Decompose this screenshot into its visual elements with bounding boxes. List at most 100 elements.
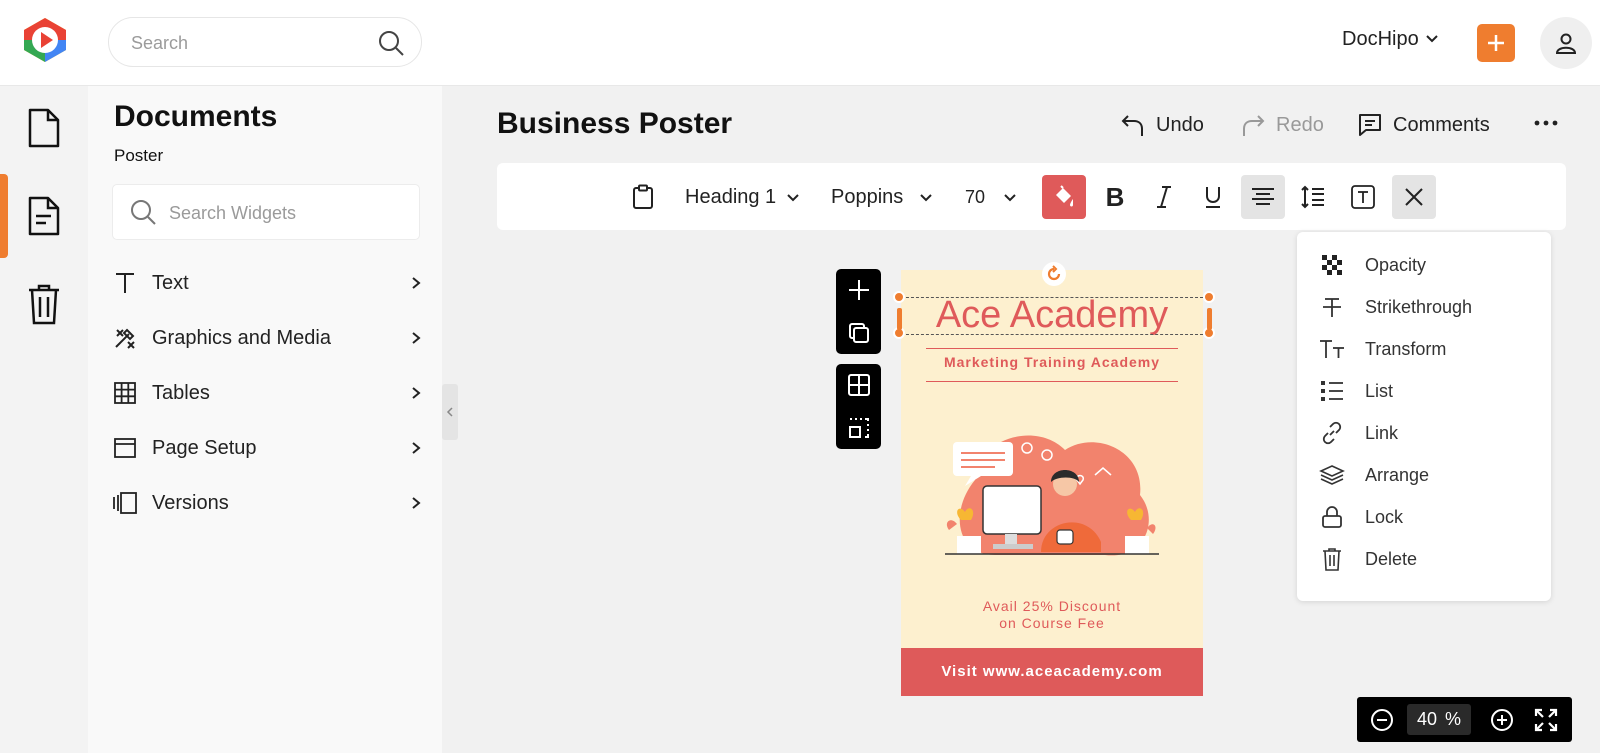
more-horizontal-icon <box>1534 120 1558 126</box>
workspace-dropdown[interactable]: DocHipo <box>1342 28 1439 51</box>
underline-icon <box>1206 187 1220 208</box>
select-area-icon[interactable] <box>847 416 871 440</box>
underline-button[interactable] <box>1191 175 1235 219</box>
paint-bucket-icon <box>1056 185 1073 207</box>
menu-item-link[interactable]: Link <box>1319 416 1539 450</box>
menu-item-transform[interactable]: Transform <box>1319 332 1539 366</box>
clipboard-icon <box>633 184 653 209</box>
sidebar-item-graphics[interactable]: Graphics and Media <box>112 318 422 358</box>
paste-style-button[interactable] <box>629 175 657 219</box>
rail-item-my-documents[interactable] <box>0 174 88 258</box>
comment-icon <box>1359 114 1381 136</box>
create-button[interactable] <box>1477 24 1515 62</box>
panel-subtitle: Poster <box>114 146 164 165</box>
text-toolbar: Heading 1 Poppins 70 B <box>497 163 1566 230</box>
resize-handle-top-left[interactable] <box>893 291 905 303</box>
top-bar: Search DocHipo <box>0 0 1600 86</box>
bold-button[interactable]: B <box>1093 175 1137 219</box>
zoom-level[interactable]: 40 % <box>1407 704 1471 735</box>
line-spacing-button[interactable] <box>1291 175 1335 219</box>
poster-offer-line2: on Course Fee <box>999 615 1105 631</box>
align-center-icon <box>1252 188 1274 205</box>
resize-handle-top-right[interactable] <box>1203 291 1215 303</box>
arrange-icon <box>1319 462 1345 488</box>
sidebar-item-page-setup[interactable]: Page Setup <box>112 428 422 468</box>
lock-icon <box>1319 504 1345 530</box>
illustration-image[interactable] <box>935 420 1169 570</box>
close-toolbar-button[interactable] <box>1392 175 1436 219</box>
element-actions-top <box>836 269 881 354</box>
widget-search[interactable]: Search Widgets <box>112 184 420 240</box>
chevron-right-icon <box>412 387 421 399</box>
menu-item-list[interactable]: List <box>1319 374 1539 408</box>
element-actions-bottom <box>836 364 881 449</box>
resize-handle-left[interactable] <box>897 308 902 330</box>
avatar[interactable] <box>1540 17 1592 69</box>
versions-icon <box>112 490 138 516</box>
more-options-button[interactable] <box>1533 118 1559 128</box>
zoom-in-button[interactable] <box>1487 705 1517 735</box>
widget-search-input[interactable]: Search Widgets <box>169 203 296 224</box>
redo-icon <box>1243 115 1265 136</box>
sidebar-item-label: Tables <box>152 381 210 404</box>
rail-item-documents[interactable] <box>0 86 88 170</box>
fullscreen-button[interactable] <box>1531 705 1561 735</box>
line-spacing-icon <box>1301 185 1324 209</box>
poster-canvas[interactable]: Ace Academy Marketing Training Academy A… <box>901 270 1203 696</box>
add-icon[interactable] <box>847 278 871 302</box>
menu-item-delete[interactable]: Delete <box>1319 542 1539 576</box>
fullscreen-icon <box>1534 708 1558 732</box>
poster-footer[interactable]: Visit www.aceacademy.com <box>901 648 1203 696</box>
global-search[interactable]: Search <box>108 17 422 67</box>
search-input[interactable]: Search <box>131 33 188 54</box>
poster-offer[interactable]: Avail 25% Discount on Course Fee <box>901 598 1203 632</box>
app-logo[interactable] <box>22 16 68 64</box>
grid-icon[interactable] <box>847 373 871 397</box>
page-setup-icon <box>112 435 138 461</box>
document-icon <box>28 108 60 148</box>
divider <box>926 348 1178 349</box>
text-color-button[interactable] <box>1042 175 1086 219</box>
redo-button[interactable]: Redo <box>1240 112 1324 138</box>
undo-label: Undo <box>1156 113 1204 136</box>
duplicate-icon[interactable] <box>847 321 871 345</box>
search-icon[interactable] <box>377 29 405 57</box>
more-options-menu: Opacity Strikethrough Transform List Lin… <box>1297 232 1551 601</box>
font-size-dropdown[interactable]: 70 <box>965 175 1027 219</box>
panel-collapse-handle[interactable] <box>442 384 458 440</box>
menu-item-label: List <box>1365 380 1394 401</box>
plus-icon <box>1488 35 1504 51</box>
zoom-unit: % <box>1445 709 1462 729</box>
resize-handle-right[interactable] <box>1207 308 1212 330</box>
sidebar-item-versions[interactable]: Versions <box>112 483 422 523</box>
rail-item-trash[interactable] <box>0 262 88 346</box>
font-value: Poppins <box>831 185 904 208</box>
sidebar-item-text[interactable]: Text <box>112 263 422 303</box>
text-box-button[interactable] <box>1341 175 1385 219</box>
chevron-right-icon <box>412 332 421 344</box>
menu-item-opacity[interactable]: Opacity <box>1319 248 1539 282</box>
text-style-dropdown[interactable]: Heading 1 <box>685 175 803 219</box>
menu-item-lock[interactable]: Lock <box>1319 500 1539 534</box>
undo-button[interactable]: Undo <box>1120 112 1204 138</box>
sidebar-item-label: Versions <box>152 491 229 514</box>
menu-item-strikethrough[interactable]: Strikethrough <box>1319 290 1539 324</box>
comments-button[interactable]: Comments <box>1357 112 1490 138</box>
sidebar-item-label: Graphics and Media <box>152 326 331 349</box>
font-dropdown[interactable]: Poppins <box>831 175 941 219</box>
rotate-handle[interactable] <box>1042 262 1066 286</box>
align-center-button[interactable] <box>1241 175 1285 219</box>
menu-item-arrange[interactable]: Arrange <box>1319 458 1539 492</box>
text-icon <box>112 270 138 296</box>
text-box-icon <box>1351 185 1375 209</box>
italic-button[interactable] <box>1142 175 1186 219</box>
poster-subtitle[interactable]: Marketing Training Academy <box>901 354 1203 370</box>
document-title[interactable]: Business Poster <box>497 107 732 141</box>
chevron-down-icon <box>787 194 799 202</box>
comments-label: Comments <box>1393 113 1490 136</box>
chevron-down-icon <box>920 194 932 202</box>
trash-icon <box>29 284 59 325</box>
zoom-out-button[interactable] <box>1367 705 1397 735</box>
sidebar-item-tables[interactable]: Tables <box>112 373 422 413</box>
user-icon <box>1555 33 1577 54</box>
